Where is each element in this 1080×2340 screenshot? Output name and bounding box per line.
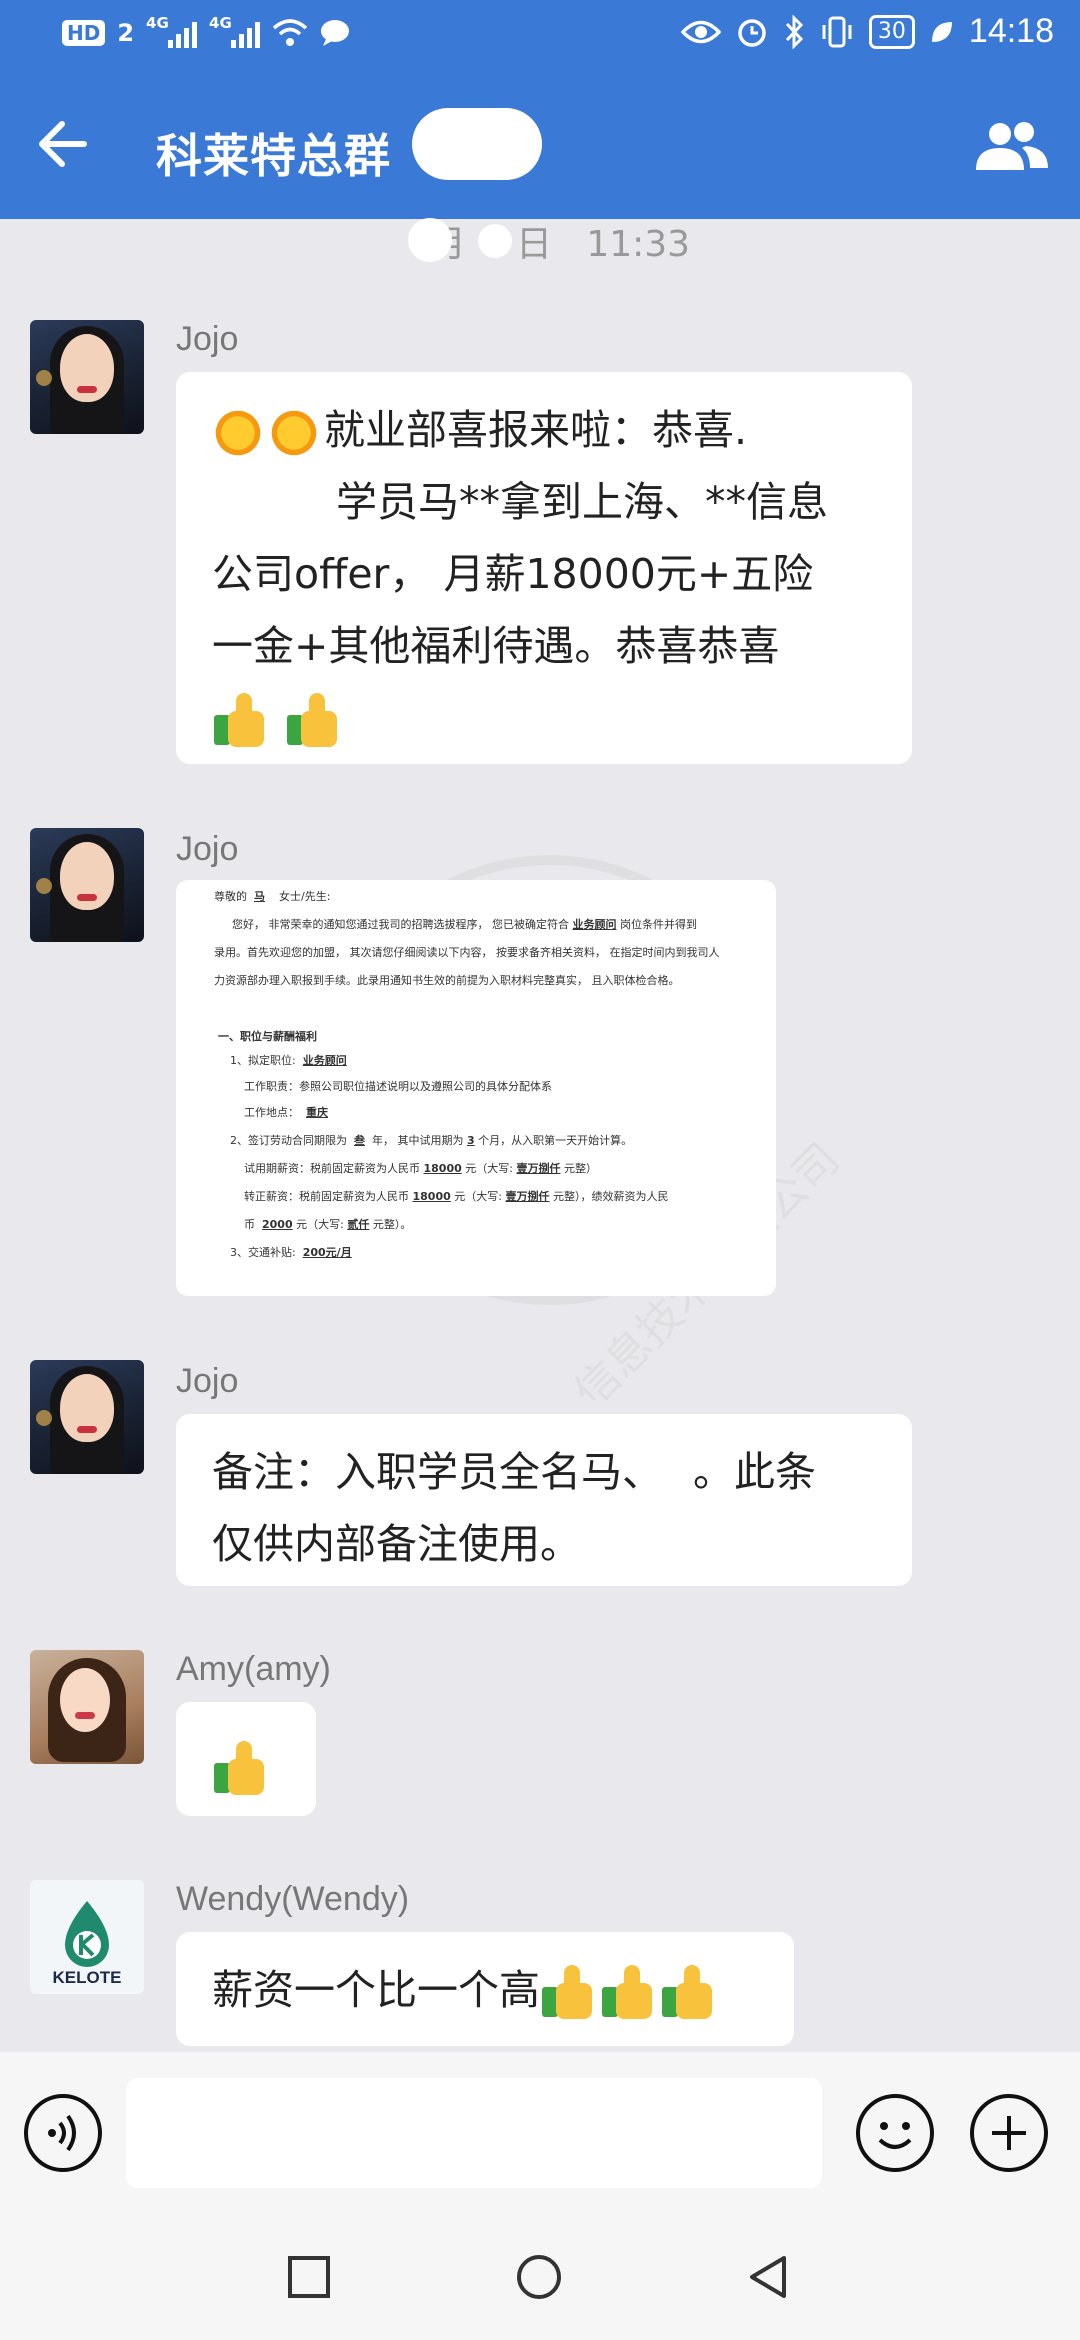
chat-header: 科莱特总群 (0, 74, 1080, 219)
sun-emoji-icon (268, 407, 320, 459)
message-text: 就业部喜报来啦：恭喜. (324, 406, 748, 454)
home-icon[interactable] (514, 2252, 564, 2302)
status-bar: HD 2 4G 4G 30 14:18 (0, 0, 1080, 74)
sender-name: Wendy(Wendy) (176, 1880, 410, 1918)
smiley-icon[interactable] (856, 2094, 934, 2172)
message-text: 仅供内部备注使用。 (212, 1520, 581, 1568)
vibrate-icon (822, 16, 852, 47)
sun-emoji-icon (212, 407, 264, 459)
page-title: 科莱特总群 (156, 129, 391, 183)
avatar-wendy[interactable]: KELOTE (30, 1880, 144, 1994)
avatar-jojo[interactable] (30, 320, 144, 434)
bluetooth-icon (785, 14, 803, 49)
kelote-logo-text: KELOTE (52, 1968, 122, 1987)
signal-icon-2: 4G (209, 14, 261, 48)
eye-icon (680, 20, 721, 43)
sender-name: Jojo (176, 320, 239, 358)
battery-indicator: 30 (868, 14, 915, 49)
input-bar (0, 2052, 1080, 2212)
message-text: 学员马**拿到上海、**信息 (336, 478, 828, 526)
alarm-icon (738, 18, 766, 47)
message-bubble[interactable]: 薪资一个比一个高 (176, 1932, 794, 2046)
message-text: 。此条 (693, 1448, 816, 1496)
message-icon (321, 20, 350, 46)
avatar-jojo[interactable] (30, 828, 144, 942)
redaction-blot (408, 218, 452, 262)
back-triangle-icon[interactable] (744, 2252, 794, 2302)
group-members-icon[interactable] (974, 120, 1050, 172)
message-bubble[interactable] (176, 1702, 316, 1816)
message-bubble[interactable]: 备注：入职学员全名马、 。此条 仅供内部备注使用。 (176, 1414, 912, 1586)
plus-icon[interactable] (970, 2094, 1048, 2172)
redaction-blot (412, 108, 542, 180)
wifi-icon (272, 19, 308, 46)
message-text: 一金+其他福利待遇。恭喜恭喜 (212, 622, 780, 670)
thumbs-up-emoji-icon (660, 1965, 716, 2021)
thumbs-up-emoji-icon (540, 1965, 596, 2021)
thumbs-up-emoji-icon (285, 693, 341, 749)
message-text: 备注：入职学员全名马、 (212, 1448, 663, 1496)
sim-indicator: 2 (117, 19, 135, 47)
redaction-blot (478, 224, 512, 258)
avatar-amy[interactable] (30, 1650, 144, 1764)
system-navigation-bar (0, 2212, 1080, 2340)
arrow-left-icon[interactable] (34, 114, 94, 174)
sender-name: Jojo (176, 1362, 239, 1400)
thumbs-up-emoji-icon (212, 693, 268, 749)
time-separator: 月日 11:33 (0, 218, 1080, 270)
message-text: 公司offer， 月薪18000元+五险 (212, 550, 814, 598)
sender-name: Amy(amy) (176, 1650, 331, 1688)
offer-letter-image[interactable]: 尊敬的 马 女士/先生: 您好， 非常荣幸的通知您通过我司的招聘选拔程序， 您已… (176, 880, 776, 1296)
message-input[interactable] (126, 2078, 822, 2188)
sender-name: Jojo (176, 830, 239, 868)
message-text: 薪资一个比一个高 (212, 1966, 540, 2014)
recent-apps-icon[interactable] (284, 2252, 334, 2302)
leaf-icon (931, 21, 952, 42)
avatar-jojo[interactable] (30, 1360, 144, 1474)
thumbs-up-emoji-icon (600, 1965, 656, 2021)
message-bubble[interactable]: 就业部喜报来啦：恭喜. 学员马**拿到上海、**信息 公司offer， 月薪18… (176, 372, 912, 764)
voice-input-icon[interactable] (24, 2094, 102, 2172)
thumbs-up-emoji-icon (212, 1741, 268, 1797)
signal-icon: 4G (146, 14, 198, 48)
kelote-logo-icon (65, 1901, 109, 1967)
hd-indicator: HD (62, 20, 106, 46)
clock: 14:18 (968, 12, 1054, 50)
